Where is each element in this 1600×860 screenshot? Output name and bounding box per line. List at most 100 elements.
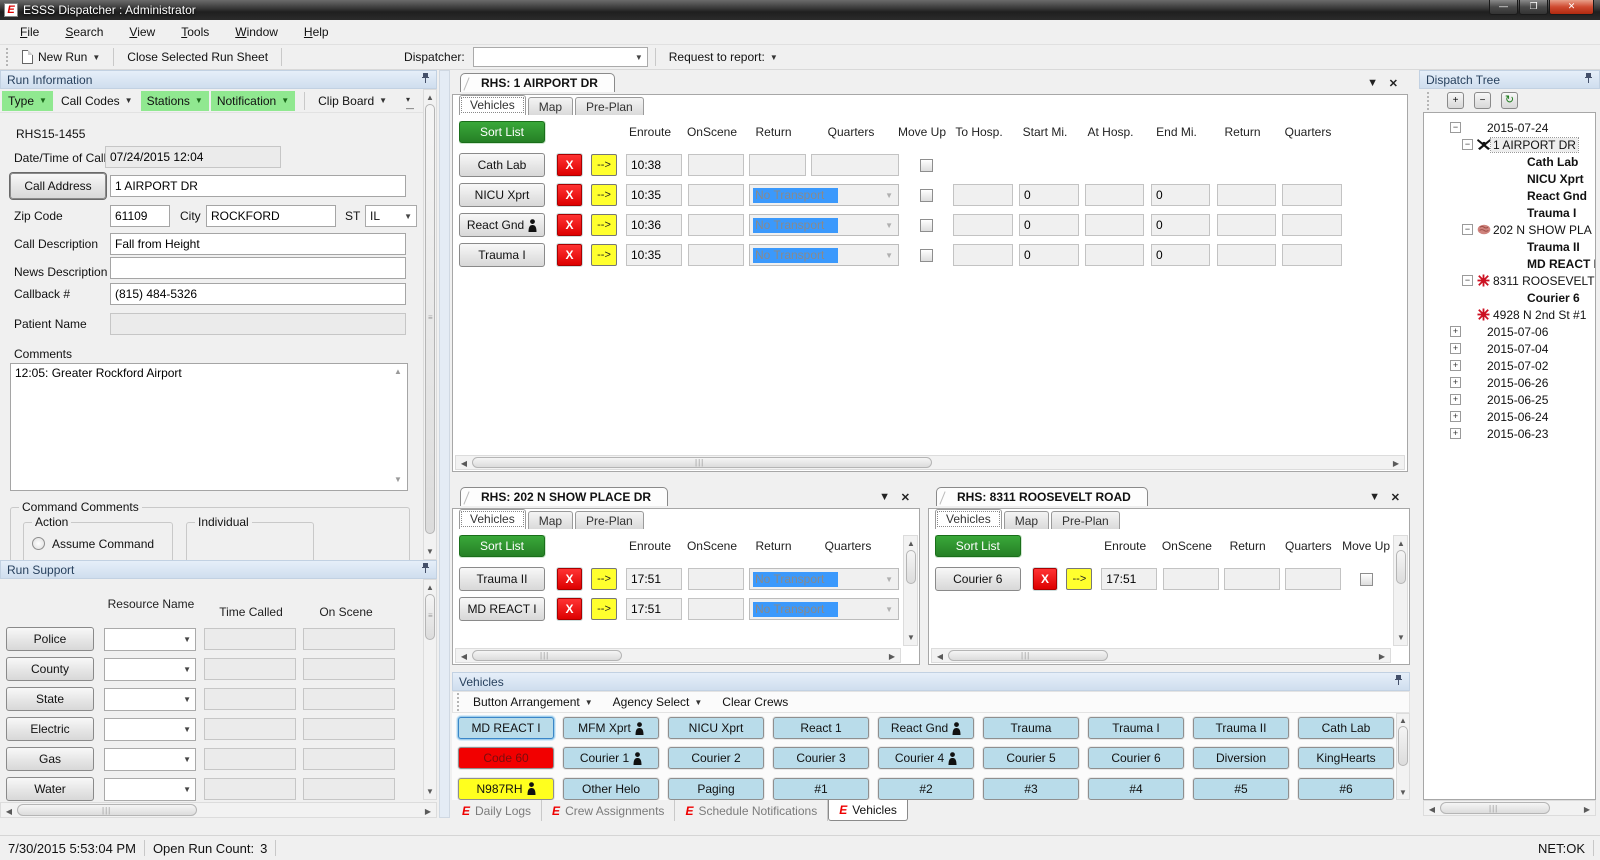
time-called-field[interactable] [204, 718, 296, 740]
tree-run-node[interactable]: −202 N SHOW PLA [1424, 221, 1595, 238]
panel-close-icon[interactable]: ✕ [1391, 491, 1400, 504]
end-mi-field[interactable] [1151, 214, 1210, 236]
run-support-electric-button[interactable]: Electric [6, 717, 94, 741]
panel-horizontal-scrollbar[interactable]: ◀|||▶ [455, 648, 901, 663]
tree-expander-icon[interactable]: + [1450, 411, 1461, 422]
assign-arrow-button[interactable]: --> [591, 184, 617, 206]
vehicle-grid-button[interactable]: Courier 4 [878, 747, 974, 769]
vehicle-button[interactable]: Trauma II [459, 567, 545, 591]
tree-run-node[interactable]: −1 AIRPORT DR [1424, 136, 1595, 153]
tab-vehicles[interactable]: Vehicles [459, 95, 526, 115]
panel-horizontal-scrollbar[interactable]: ◀|||▶ [455, 455, 1405, 470]
vehicle-button[interactable]: MD REACT I [459, 597, 545, 621]
assign-arrow-button[interactable]: --> [591, 244, 617, 266]
run-support-county-button[interactable]: County [6, 657, 94, 681]
minimize-button[interactable]: — [1489, 0, 1518, 15]
doc-tab-schedule-notifications[interactable]: ESchedule Notifications [675, 800, 828, 821]
enroute-field[interactable] [626, 184, 682, 206]
scroll-down-icon[interactable]: ▼ [394, 475, 402, 484]
panel-close-icon[interactable]: ✕ [1389, 77, 1398, 90]
tab-vehicles[interactable]: Vehicles [459, 509, 526, 529]
start-mi-field[interactable] [1019, 214, 1079, 236]
tree-date-node[interactable]: +2015-07-06 [1424, 323, 1595, 340]
tab-vehicles[interactable]: Vehicles [935, 509, 1002, 529]
vehicle-grid-button[interactable]: React Gnd [878, 717, 974, 739]
tree-expander-icon[interactable]: + [1450, 428, 1461, 439]
quarters2-field[interactable] [1282, 244, 1342, 266]
tree-expander-icon[interactable]: − [1450, 122, 1461, 133]
tree-vehicle-node[interactable]: MD REACT I [1424, 255, 1595, 272]
toolbar-overflow-icon[interactable]: ▾— [406, 95, 414, 113]
tree-expander-icon[interactable]: − [1462, 275, 1473, 286]
at-hosp-field[interactable] [1085, 244, 1144, 266]
pin-icon[interactable] [421, 72, 430, 87]
panel-vertical-scrollbar[interactable]: ▲▼ [1393, 535, 1408, 646]
zip-field[interactable] [110, 205, 170, 227]
resource-name-combo[interactable]: ▼ [104, 778, 196, 801]
on-scene-field[interactable] [303, 658, 395, 680]
panel-menu-icon[interactable]: ▼ [1369, 491, 1380, 503]
sort-list-button[interactable]: Sort List [935, 535, 1021, 557]
end-mi-field[interactable] [1151, 184, 1210, 206]
run-support-water-button[interactable]: Water [6, 777, 94, 801]
to-hosp-field[interactable] [953, 184, 1013, 206]
onscene-field[interactable] [688, 154, 744, 176]
doc-tab-daily-logs[interactable]: EDaily Logs [452, 800, 542, 821]
sort-list-button[interactable]: Sort List [459, 535, 545, 557]
menu-view[interactable]: View [119, 22, 165, 42]
return-combo[interactable]: No Transport▼ [749, 568, 899, 590]
vehicles-toolbar-agency-select[interactable]: Agency Select▼ [607, 693, 709, 711]
onscene-field[interactable] [688, 598, 744, 620]
tab-pre-plan[interactable]: Pre-Plan [575, 97, 644, 115]
tree-run-node[interactable]: −8311 ROOSEVELT [1424, 272, 1595, 289]
at-hosp-field[interactable] [1085, 184, 1144, 206]
tree-expander-icon[interactable]: − [1462, 139, 1473, 150]
runinfo-menu-notification[interactable]: Notification▼ [211, 91, 295, 111]
vehicle-grid-button[interactable]: Trauma II [1193, 717, 1289, 739]
close-run-sheet-button[interactable]: Close Selected Run Sheet [121, 48, 274, 66]
tree-vehicle-node[interactable]: Trauma I [1424, 204, 1595, 221]
sort-list-button[interactable]: Sort List [459, 121, 545, 143]
move-up-checkbox[interactable] [920, 249, 933, 262]
return-field[interactable] [749, 154, 806, 176]
form-vertical-scrollbar[interactable]: ▲ ≡ ▼ [423, 89, 437, 560]
tree-date-node[interactable]: +2015-06-25 [1424, 391, 1595, 408]
vehicle-grid-button[interactable]: KingHearts [1298, 747, 1394, 769]
return2-field[interactable] [1217, 184, 1276, 206]
dock-splitter[interactable] [439, 70, 450, 818]
start-mi-field[interactable] [1019, 184, 1079, 206]
assign-arrow-button[interactable]: --> [591, 214, 617, 236]
panel-title-tab[interactable]: RHS: 202 N SHOW PLACE DR [460, 487, 668, 506]
state-combo[interactable]: IL▼ [365, 205, 417, 227]
vehicle-grid-button[interactable]: React 1 [773, 717, 869, 739]
quarters2-field[interactable] [1282, 184, 1342, 206]
pin-icon[interactable] [1394, 674, 1403, 689]
remove-vehicle-button[interactable]: X [557, 154, 582, 176]
call-address-button[interactable]: Call Address [10, 173, 106, 199]
tree-date-node[interactable]: +2015-07-02 [1424, 357, 1595, 374]
tree-date-node[interactable]: +2015-06-24 [1424, 408, 1595, 425]
news-description-field[interactable] [110, 257, 406, 279]
pin-icon[interactable] [421, 562, 430, 577]
vehicles-toolbar-button-arrangement[interactable]: Button Arrangement▼ [467, 693, 599, 711]
resource-name-combo[interactable]: ▼ [104, 748, 196, 771]
vehicle-grid-button[interactable]: Code 60 [458, 747, 554, 769]
vehicle-grid-button[interactable]: N987RH [458, 778, 554, 800]
doc-tab-vehicles[interactable]: EVehicles [828, 800, 908, 821]
vehicle-grid-button[interactable]: #3 [983, 778, 1079, 800]
enroute-field[interactable] [626, 244, 682, 266]
collapse-all-button[interactable]: − [1474, 92, 1491, 109]
tree-horizontal-scrollbar[interactable]: ◀ ||| ▶ [1423, 800, 1596, 816]
panel-horizontal-scrollbar[interactable]: ◀|||▶ [931, 648, 1391, 663]
on-scene-field[interactable] [303, 778, 395, 800]
at-hosp-field[interactable] [1085, 214, 1144, 236]
vehicles-vertical-scrollbar[interactable]: ▲ ▼ [1396, 713, 1410, 800]
vehicle-grid-button[interactable]: MD REACT I [458, 717, 554, 739]
pin-icon[interactable] [1584, 72, 1593, 87]
enroute-field[interactable] [626, 568, 682, 590]
run-support-police-button[interactable]: Police [6, 627, 94, 651]
tab-map[interactable]: Map [528, 511, 573, 529]
time-called-field[interactable] [204, 628, 296, 650]
run-support-vertical-scrollbar[interactable]: ▲ ≡ ▼ [423, 579, 437, 800]
close-button[interactable]: ✕ [1549, 0, 1594, 15]
